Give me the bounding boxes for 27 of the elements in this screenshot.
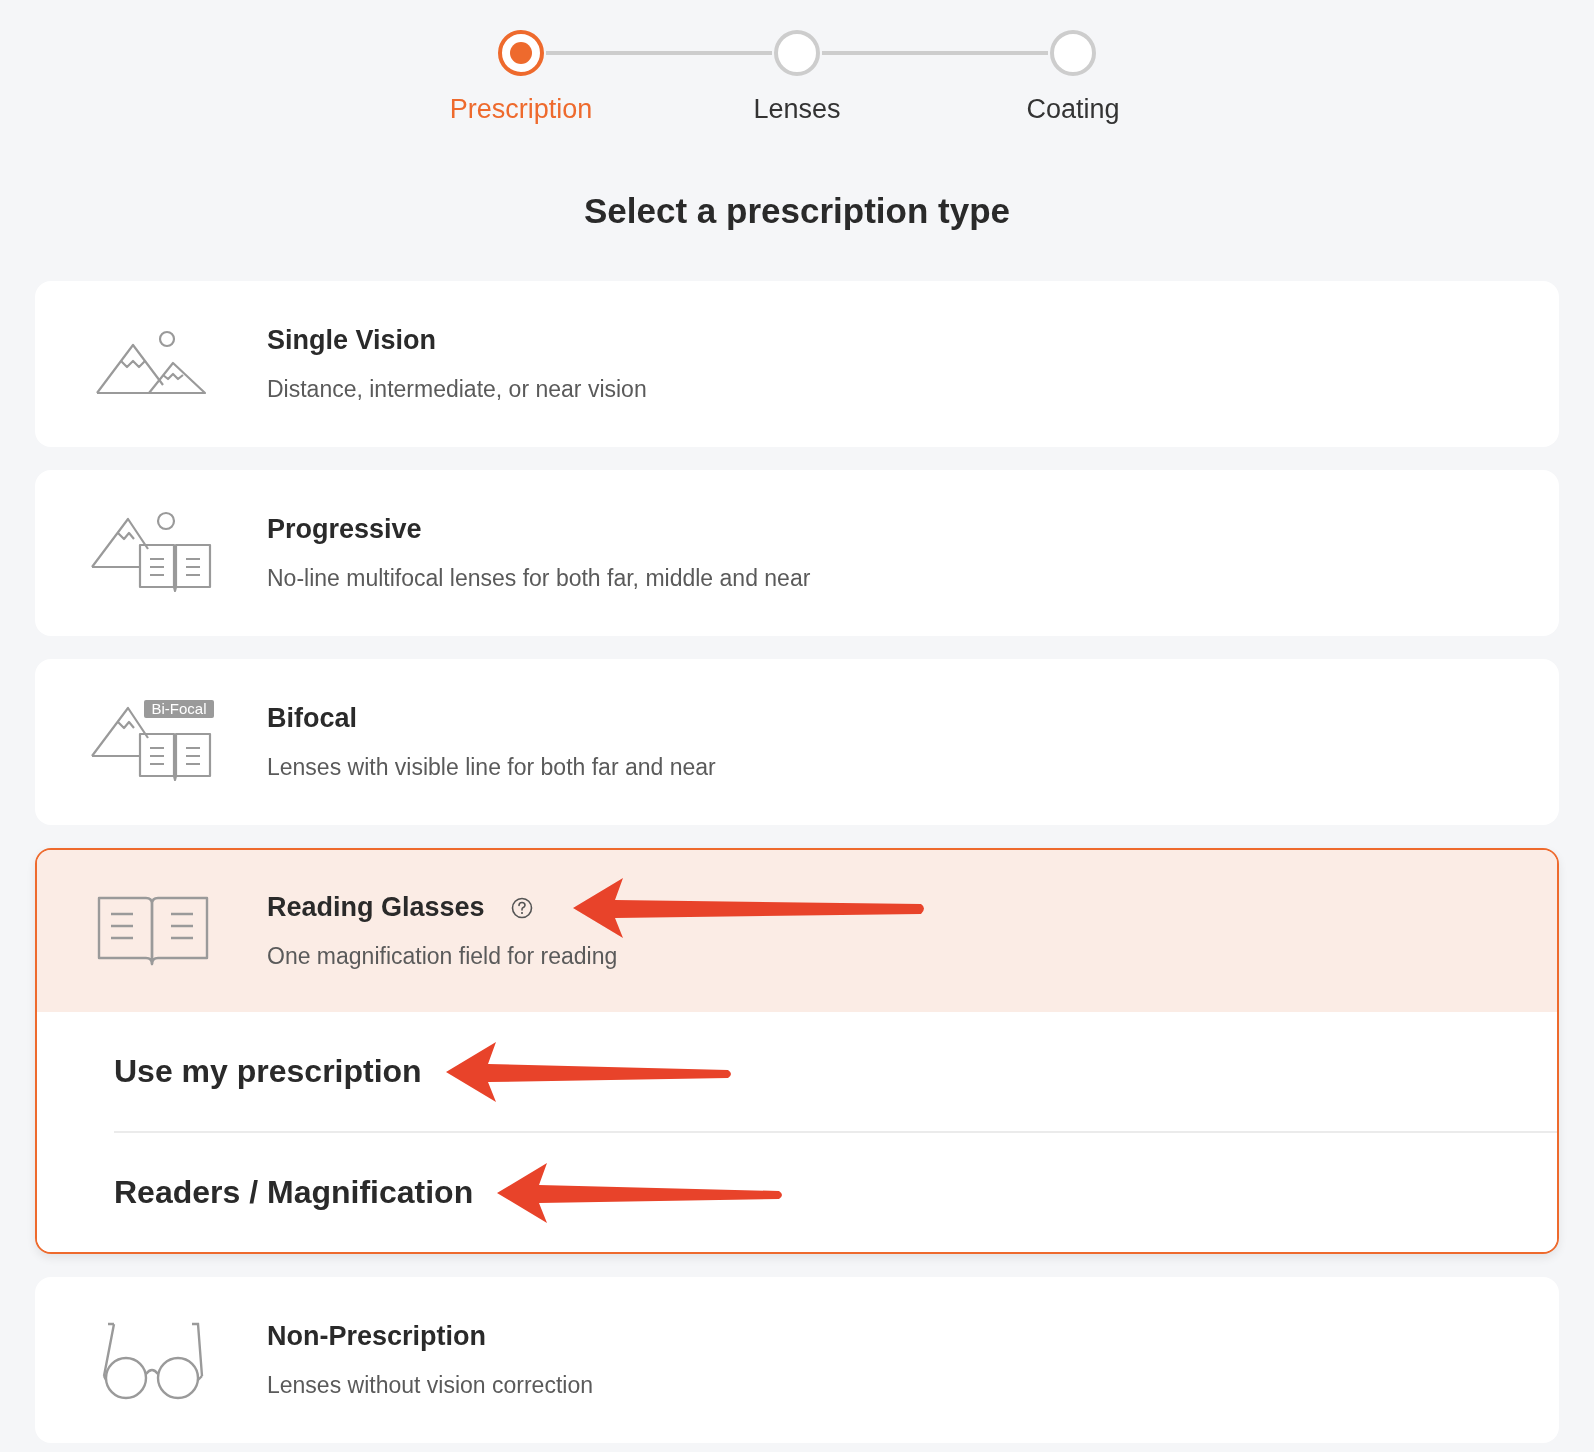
help-icon[interactable] — [510, 896, 533, 919]
option-description: No-line multifocal lenses for both far, middle and near — [267, 564, 811, 592]
open-book-icon — [96, 894, 210, 968]
option-card[interactable]: Reading Glasses One magnification field for reading Use my prescription Readers / Magnification — [35, 848, 1559, 1254]
step-indicator[interactable] — [1050, 30, 1096, 76]
option-title: Single Vision — [267, 325, 437, 356]
option-description: Distance, intermediate, or near vision — [267, 375, 647, 403]
option-title: Progressive — [267, 514, 422, 545]
sub-option[interactable]: Readers / Magnification — [114, 1174, 474, 1211]
option-card[interactable]: Bi-Focal Bifocal Lenses with visible line for both far and near — [35, 659, 1559, 825]
bifocal-drawing: Bi-Focal — [90, 700, 216, 784]
option-title: Reading Glasses — [267, 892, 485, 923]
sub-option[interactable]: Use my prescription — [114, 1053, 422, 1090]
page-heading: Select a prescription type — [583, 191, 1011, 231]
step-label[interactable]: Coating — [1026, 94, 1120, 125]
option-card[interactable]: Progressive No-line multifocal lenses for both far, middle and near — [35, 470, 1559, 636]
option-card[interactable]: Non-Prescription Lenses without vision correction — [35, 1277, 1559, 1443]
option-title: Bifocal — [267, 703, 358, 734]
option-description: Lenses without vision correction — [267, 1371, 593, 1399]
step-indicator[interactable] — [498, 30, 544, 76]
option-description: One magnification field for reading — [267, 942, 619, 970]
option-description: Lenses with visible line for both far and near — [267, 753, 716, 781]
step-label[interactable]: Lenses — [753, 94, 841, 125]
step-indicator[interactable] — [774, 30, 820, 76]
glasses-icon — [100, 1320, 206, 1400]
option-title: Non-Prescription — [267, 1321, 487, 1352]
option-card[interactable]: Single Vision Distance, intermediate, or near vision — [35, 281, 1559, 447]
